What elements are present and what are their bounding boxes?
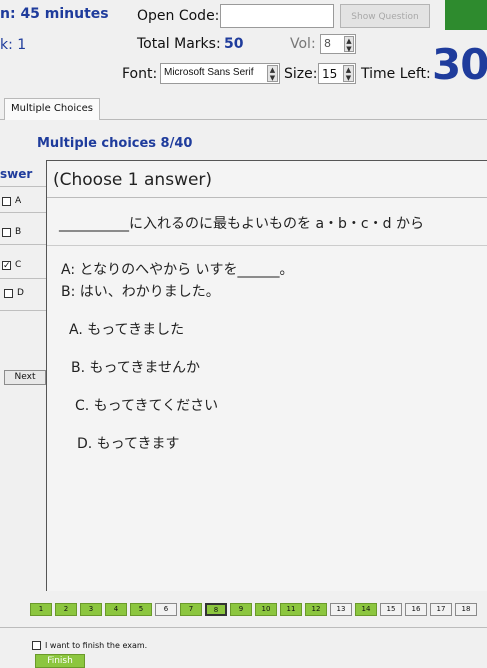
question-nav-button[interactable]: 6 — [155, 603, 177, 616]
dialog-line-a: A: となりのへやから いすを______。 — [61, 262, 294, 278]
option-b[interactable]: B. もってきませんか — [71, 357, 200, 377]
answer-choice-label: A — [15, 196, 22, 206]
option-d[interactable]: D. もってきます — [77, 433, 180, 453]
vol-stepper[interactable]: 8 ▲ ▼ — [320, 34, 356, 54]
answer-choice-label: D — [17, 288, 24, 298]
question-nav-button[interactable]: 2 — [55, 603, 77, 616]
answer-choice-label: B — [15, 227, 22, 237]
answer-choice-label: C — [15, 260, 22, 270]
checkbox-c[interactable]: ✓ — [2, 260, 11, 270]
vol-label: Vol: — [290, 36, 316, 52]
question-nav-button[interactable]: 7 — [180, 603, 202, 616]
vol-spinner-icon[interactable]: ▲ ▼ — [344, 36, 354, 53]
question-nav-button[interactable]: 8 — [205, 603, 227, 616]
finish-exam-label: I want to finish the exam. — [45, 641, 148, 650]
answer-choice-a[interactable]: A — [2, 196, 21, 206]
total-marks-value: 50 — [224, 36, 244, 52]
font-select[interactable]: Microsoft Sans Serif ▲ ▼ — [160, 63, 280, 84]
finish-exam-checkbox[interactable] — [32, 641, 41, 650]
question-nav-button[interactable]: 14 — [355, 603, 377, 616]
dialog-line-b: B: はい、わかりました。 — [61, 284, 220, 300]
checkbox-b[interactable] — [2, 227, 11, 237]
question-nav-button[interactable]: 3 — [80, 603, 102, 616]
question-nav-button[interactable]: 10 — [255, 603, 277, 616]
question-nav-button[interactable]: 17 — [430, 603, 452, 616]
question-prompt: __________に入れるのに最もよいものを a・b・c・d から — [59, 216, 424, 232]
option-c[interactable]: C. もってきてください — [75, 395, 218, 415]
checkbox-d[interactable] — [4, 288, 13, 298]
font-spinner-icon[interactable]: ▲ ▼ — [267, 65, 278, 82]
size-value: 15 — [322, 67, 338, 81]
question-nav-button[interactable]: 11 — [280, 603, 302, 616]
answer-panel-title: swer — [0, 167, 33, 181]
size-label: Size: — [284, 66, 318, 82]
total-marks-label: Total Marks: — [137, 36, 221, 52]
question-nav-button[interactable]: 1 — [30, 603, 52, 616]
time-left-label: Time Left: — [361, 66, 431, 82]
show-question-button[interactable]: Show Question — [340, 4, 430, 28]
answer-choice-d[interactable]: D — [4, 288, 24, 298]
section-title: Multiple choices 8/40 — [37, 136, 193, 151]
finish-exam-checkbox-row[interactable]: I want to finish the exam. — [32, 641, 147, 650]
checkbox-a[interactable] — [2, 196, 11, 206]
tab-strip: Multiple Choices — [0, 94, 487, 120]
question-navigation: 1 2 3 4 5 6 7 8 9 10 11 12 13 14 15 16 17 18 — [30, 603, 477, 616]
status-block — [445, 0, 487, 30]
answer-choice-c[interactable]: ✓ C — [2, 260, 21, 270]
question-nav-button[interactable]: 5 — [130, 603, 152, 616]
finish-button[interactable]: Finish — [35, 654, 85, 668]
question-nav-button[interactable]: 18 — [455, 603, 477, 616]
open-code-input[interactable] — [220, 4, 334, 28]
answer-choice-b[interactable]: B — [2, 227, 21, 237]
option-a[interactable]: A. もってきました — [69, 319, 184, 339]
question-instruction: (Choose 1 answer) — [53, 170, 213, 190]
size-spinner-icon[interactable]: ▲ ▼ — [343, 65, 354, 82]
question-panel: (Choose 1 answer) __________に入れるのに最もよいもの… — [46, 160, 487, 591]
vol-value: 8 — [324, 37, 331, 50]
rank-label: k: 1 — [0, 37, 27, 53]
time-left-value: 30 — [432, 40, 487, 89]
tab-multiple-choices[interactable]: Multiple Choices — [4, 98, 100, 120]
question-nav-button[interactable]: 16 — [405, 603, 427, 616]
font-value: Microsoft Sans Serif — [164, 67, 254, 78]
question-nav-button[interactable]: 13 — [330, 603, 352, 616]
next-button[interactable]: Next — [4, 370, 46, 385]
exam-duration: n: 45 minutes — [0, 6, 109, 22]
question-nav-button[interactable]: 15 — [380, 603, 402, 616]
question-nav-button[interactable]: 9 — [230, 603, 252, 616]
font-label: Font: — [122, 66, 158, 82]
question-nav-button[interactable]: 4 — [105, 603, 127, 616]
open-code-label: Open Code: — [137, 8, 220, 24]
tab-multiple-choices-label: Multiple Choices — [11, 103, 93, 114]
size-stepper[interactable]: 15 ▲ ▼ — [318, 63, 356, 84]
question-nav-button[interactable]: 12 — [305, 603, 327, 616]
